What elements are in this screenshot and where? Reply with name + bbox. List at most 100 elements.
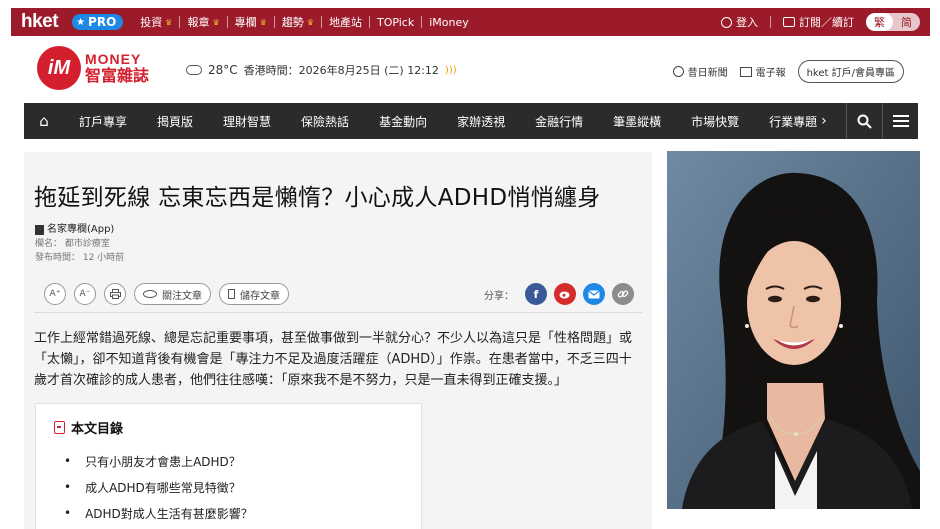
- article-body: 工作上經常錯過死線、總是忘記重要事項，甚至做事做到一半就分心？不少人以為這只是「…: [34, 331, 633, 388]
- subscribe-link[interactable]: 訂閱／續訂: [783, 14, 854, 30]
- portrait-illustration: [667, 151, 920, 509]
- top-nav-label: 投資: [140, 16, 163, 29]
- nav-item[interactable]: 市場快覽: [676, 113, 754, 130]
- crown-icon: ♛: [306, 17, 314, 27]
- toc-title: 本文目錄: [54, 418, 123, 437]
- top-nav-trend[interactable]: 趨勢 ♛: [275, 14, 321, 30]
- epaper-label: 電子報: [755, 68, 786, 79]
- bookmark-icon: [228, 289, 235, 299]
- eye-icon: [143, 290, 157, 298]
- temperature: 28°C: [208, 63, 238, 77]
- top-nav: 投資 ♛ 報章 ♛ 專欄 ♛ 趨勢 ♛ 地產站 TOPick iMoney: [133, 14, 475, 30]
- article-panel: 拖延到死線 忘東忘西是懶惰？小心成人ADHD悄悄纏身 名家專欄(App) 欄名：…: [24, 152, 652, 529]
- author-portrait: [667, 151, 920, 509]
- toc-list: 只有小朋友才會患上ADHD？ 成人ADHD有哪些常見特徵？ ADHD對成人生活有…: [64, 448, 253, 526]
- nav-item[interactable]: 保險熱話: [286, 113, 364, 130]
- weibo-icon[interactable]: [554, 283, 576, 305]
- nav-item[interactable]: 行業專題: [754, 113, 821, 130]
- top-right: 登入 訂閱／續訂 繁 简: [721, 8, 920, 36]
- top-nav-label: 報章: [187, 16, 210, 29]
- imoney-logo-mark: iM: [37, 46, 81, 90]
- nav-item[interactable]: 基金動向: [364, 113, 442, 130]
- star-icon: ★: [76, 16, 86, 28]
- email-icon[interactable]: [583, 283, 605, 305]
- article-meta: 名家專欄(App) 欄名： 都市診療室 發布時間： 12 小時前: [35, 223, 124, 265]
- epaper-icon: [739, 66, 752, 77]
- history-icon: [672, 66, 684, 77]
- language-toggle[interactable]: 繁 简: [866, 13, 920, 31]
- font-increase-button[interactable]: A⁺: [44, 283, 66, 305]
- main-nav: ⌂ 訂戶專享 揭頁版 理財智慧 保險熱話 基金動向 家辦透視 金融行情 筆墨縱橫…: [24, 103, 918, 139]
- column-name: 欄名： 都市診療室: [35, 239, 110, 249]
- top-bar: hket ★ PRO 投資 ♛ 報章 ♛ 專欄 ♛ 趨勢 ♛ 地產站 TOPick iM…: [11, 8, 930, 36]
- pro-badge[interactable]: ★ PRO: [72, 14, 124, 30]
- article-tools: A⁺ A⁻ 關注文章 儲存文章: [44, 283, 289, 305]
- publish-time: 發布時間： 12 小時前: [35, 253, 125, 263]
- crown-icon: ♛: [212, 17, 220, 27]
- divider: [770, 16, 771, 28]
- nav-item[interactable]: 揭頁版: [142, 113, 208, 130]
- top-nav-label: 趨勢: [281, 16, 304, 29]
- lang-traditional[interactable]: 繁: [866, 13, 893, 31]
- nav-item[interactable]: 訂戶專享: [64, 113, 142, 130]
- subscribe-label: 訂閱／續訂: [799, 16, 854, 29]
- login-link[interactable]: 登入: [721, 14, 758, 30]
- pro-label: PRO: [88, 15, 117, 29]
- rss-icon[interactable]: ))): [445, 65, 457, 76]
- history-news-link[interactable]: 昔日新聞: [672, 64, 728, 79]
- brand-row: iM MONEY 智富雜誌 28°C 香港時間：2026年8月25日 (二) 1…: [11, 40, 930, 100]
- table-of-contents: 本文目錄 只有小朋友才會患上ADHD？ 成人ADHD有哪些常見特徵？ ADHD對…: [35, 403, 422, 529]
- font-decrease-button[interactable]: A⁻: [74, 283, 96, 305]
- lang-simplified[interactable]: 简: [893, 13, 920, 31]
- save-label: 儲存文章: [240, 290, 280, 302]
- hamburger-lines: [892, 115, 909, 127]
- menu-icon[interactable]: [882, 103, 918, 139]
- nav-item[interactable]: 筆墨縱橫: [598, 113, 676, 130]
- user-icon: [721, 16, 732, 28]
- hk-time: 香港時間：2026年8月25日 (二) 12:12: [243, 64, 439, 77]
- nav-item[interactable]: 家辦透視: [442, 113, 520, 130]
- facebook-icon[interactable]: f: [525, 283, 547, 305]
- toc-title-label: 本文目錄: [71, 422, 124, 437]
- book-icon: [35, 225, 44, 235]
- main-nav-items: 訂戶專享 揭頁版 理財智慧 保險熱話 基金動向 家辦透視 金融行情 筆墨縱橫 市…: [64, 113, 846, 130]
- top-nav-invest[interactable]: 投資 ♛: [133, 14, 179, 30]
- column-type-label: 名家專欄(App): [47, 224, 115, 235]
- crown-icon: ♛: [165, 17, 173, 27]
- brand-right: 昔日新聞 電子報 hket 訂戶/會員專區: [672, 60, 904, 83]
- top-nav-topick[interactable]: TOPick: [370, 16, 421, 29]
- nav-item[interactable]: 理財智慧: [208, 113, 286, 130]
- save-article-button[interactable]: 儲存文章: [219, 283, 289, 305]
- divider: [34, 312, 642, 313]
- print-icon[interactable]: [104, 283, 126, 305]
- toc-item[interactable]: 只有小朋友才會患上ADHD？: [64, 448, 253, 474]
- chevron-right-icon[interactable]: ›: [821, 113, 827, 129]
- nav-tools: [846, 103, 918, 139]
- member-area-button[interactable]: hket 訂戶/會員專區: [797, 60, 904, 83]
- logo-en: MONEY: [85, 51, 142, 67]
- cloud-rain-icon: [186, 65, 202, 75]
- top-nav-label: 專欄: [234, 16, 257, 29]
- toc-item[interactable]: ADHD對成人生活有甚麼影響？: [64, 500, 253, 526]
- top-nav-paper[interactable]: 報章 ♛: [180, 14, 226, 30]
- toc-item[interactable]: 成人ADHD有哪些常見特徵？: [64, 474, 253, 500]
- newspaper-icon: [783, 17, 795, 27]
- top-nav-column[interactable]: 專欄 ♛: [228, 14, 274, 30]
- imoney-logo[interactable]: iM MONEY 智富雜誌: [37, 46, 149, 90]
- crown-icon: ♛: [259, 17, 267, 27]
- copy-link-icon[interactable]: [612, 283, 634, 305]
- article-headline: 拖延到死線 忘東忘西是懶惰？小心成人ADHD悄悄纏身: [34, 185, 601, 211]
- history-label: 昔日新聞: [687, 68, 728, 79]
- hket-logo[interactable]: hket: [21, 11, 59, 33]
- search-icon[interactable]: [846, 103, 882, 139]
- follow-article-button[interactable]: 關注文章: [134, 283, 211, 305]
- top-nav-imoney[interactable]: iMoney: [422, 16, 476, 29]
- follow-label: 關注文章: [162, 290, 202, 302]
- home-icon[interactable]: ⌂: [24, 112, 64, 130]
- share-label: 分享：: [484, 290, 514, 302]
- nav-item[interactable]: 金融行情: [520, 113, 598, 130]
- column-type[interactable]: 名家專欄(App): [35, 223, 124, 237]
- login-label: 登入: [736, 16, 758, 29]
- top-nav-property[interactable]: 地產站: [322, 14, 369, 30]
- epaper-link[interactable]: 電子報: [739, 64, 786, 79]
